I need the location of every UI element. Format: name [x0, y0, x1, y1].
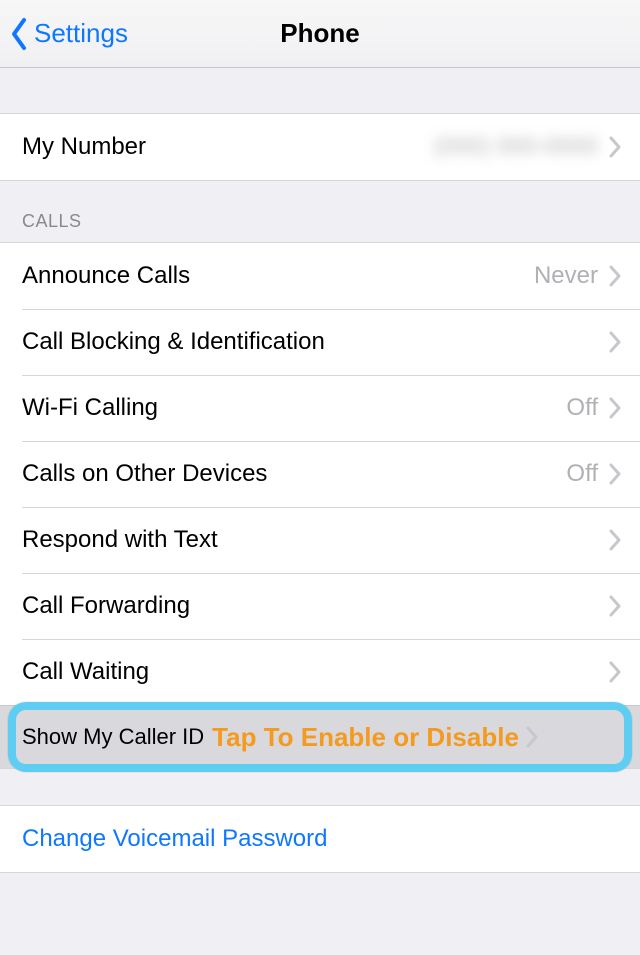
row-value: Off — [566, 460, 598, 488]
chevron-left-icon — [10, 17, 30, 51]
chevron-right-icon — [608, 265, 622, 287]
row-label: Call Blocking & Identification — [22, 328, 608, 356]
caller-id-label: Show My Caller ID — [22, 724, 204, 750]
chevron-right-icon — [608, 331, 622, 353]
group-calls: Announce Calls Never Call Blocking & Ide… — [0, 242, 640, 769]
spacer — [0, 68, 640, 113]
my-number-label: My Number — [22, 133, 434, 161]
group-my-number: My Number (000) 000-0000 — [0, 113, 640, 181]
chevron-right-icon — [608, 595, 622, 617]
row-my-number[interactable]: My Number (000) 000-0000 — [0, 114, 640, 180]
row-label: Respond with Text — [22, 526, 608, 554]
row-call-blocking[interactable]: Call Blocking & Identification — [0, 309, 640, 375]
row-wifi-calling[interactable]: Wi-Fi Calling Off — [0, 375, 640, 441]
navbar: Settings Phone — [0, 0, 640, 68]
row-value: Never — [534, 262, 598, 290]
section-header-calls: CALLS — [0, 181, 640, 242]
chevron-right-icon — [608, 136, 622, 158]
row-label: Announce Calls — [22, 262, 534, 290]
voicemail-label: Change Voicemail Password — [22, 825, 622, 853]
chevron-right-icon — [608, 661, 622, 683]
row-respond-with-text[interactable]: Respond with Text — [0, 507, 640, 573]
row-announce-calls[interactable]: Announce Calls Never — [0, 243, 640, 309]
row-value: Off — [566, 394, 598, 422]
row-call-waiting[interactable]: Call Waiting — [0, 639, 640, 705]
row-change-voicemail-password[interactable]: Change Voicemail Password — [0, 806, 640, 872]
group-voicemail: Change Voicemail Password — [0, 805, 640, 873]
chevron-right-icon — [608, 397, 622, 419]
row-label: Calls on Other Devices — [22, 460, 566, 488]
chevron-right-icon — [608, 529, 622, 551]
row-show-caller-id[interactable]: Show My Caller ID Tap To Enable or Disab… — [0, 706, 640, 768]
chevron-right-icon — [608, 463, 622, 485]
row-label: Call Waiting — [22, 658, 608, 686]
row-label: Wi-Fi Calling — [22, 394, 566, 422]
row-call-forwarding[interactable]: Call Forwarding — [0, 573, 640, 639]
caller-id-annotation: Tap To Enable or Disable — [212, 722, 519, 753]
row-calls-other-devices[interactable]: Calls on Other Devices Off — [0, 441, 640, 507]
my-number-value: (000) 000-0000 — [434, 133, 598, 161]
spacer — [0, 769, 640, 805]
row-show-caller-id-highlight: Show My Caller ID Tap To Enable or Disab… — [0, 705, 640, 768]
back-button[interactable]: Settings — [10, 17, 128, 51]
chevron-right-icon — [525, 726, 539, 748]
back-label: Settings — [34, 18, 128, 49]
row-label: Call Forwarding — [22, 592, 608, 620]
